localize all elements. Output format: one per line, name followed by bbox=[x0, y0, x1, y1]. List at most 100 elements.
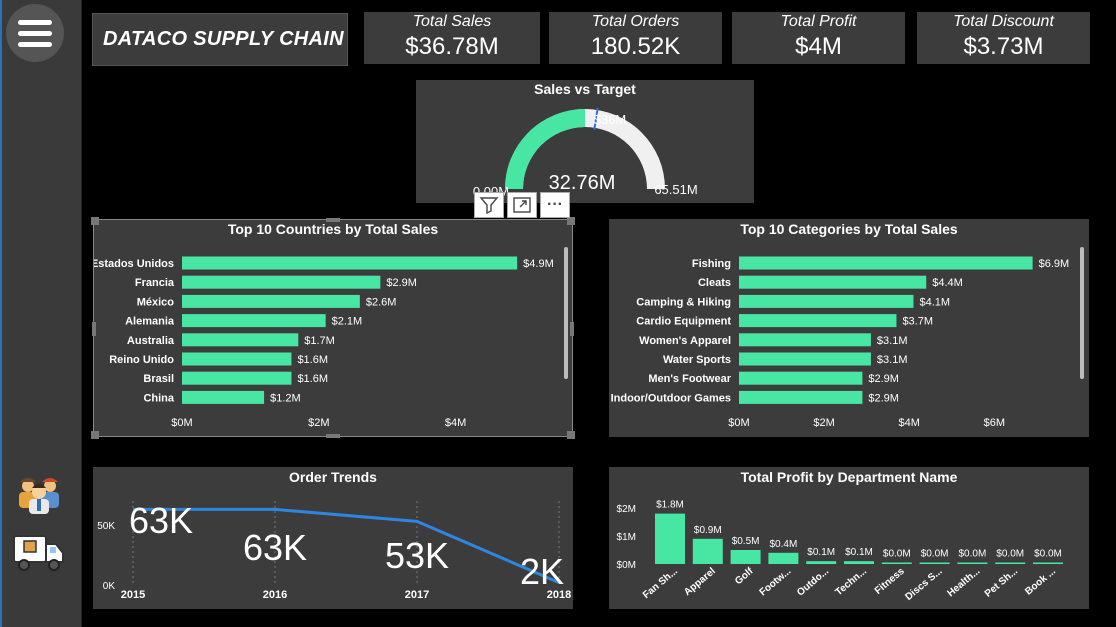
kpi-card-total-sales: Total Sales $36.78M bbox=[364, 12, 540, 64]
brand-title: DATACO SUPPLY CHAIN bbox=[103, 28, 344, 50]
data-label: $2.9M bbox=[386, 277, 417, 289]
data-label: $1.7M bbox=[304, 335, 335, 347]
category-label: Book ... bbox=[1023, 566, 1058, 598]
bar bbox=[182, 333, 299, 347]
bar bbox=[739, 390, 863, 404]
category-label: Cleats bbox=[698, 277, 731, 289]
kpi-value: $4M bbox=[795, 33, 842, 60]
data-label: $2.6M bbox=[366, 296, 397, 308]
data-label: 63K bbox=[243, 527, 307, 568]
category-label: Apparel bbox=[682, 566, 718, 599]
data-label: $1.6M bbox=[297, 373, 328, 385]
data-label: $6.9M bbox=[1039, 258, 1070, 270]
data-label: $3.1M bbox=[877, 335, 908, 347]
scrollbar-thumb bbox=[564, 247, 568, 379]
data-label: $0.0M bbox=[921, 549, 949, 560]
gauge-chart: Sales vs Target $36M 32.76M 0.00M 65.51M bbox=[473, 81, 698, 199]
bar bbox=[995, 562, 1026, 564]
bar bbox=[655, 513, 685, 564]
data-label: $2.1M bbox=[332, 316, 363, 328]
data-label: $1.2M bbox=[270, 392, 301, 404]
category-label: Fan Sh... bbox=[641, 566, 680, 601]
chart-title: Top 10 Countries by Total Sales bbox=[228, 221, 439, 237]
bar bbox=[739, 256, 1033, 270]
gauge-max-label: 65.51M bbox=[654, 182, 697, 197]
x-tick-label: $4M bbox=[899, 417, 920, 429]
category-label: Pet Sh... bbox=[983, 566, 1020, 600]
visual-header-toolbar: ··· bbox=[474, 192, 570, 218]
bar bbox=[182, 314, 326, 328]
category-label: Golf bbox=[733, 565, 756, 587]
data-label: $0.5M bbox=[732, 536, 760, 547]
data-label: $0.0M bbox=[1034, 549, 1062, 560]
y-tick-label: $2M bbox=[617, 504, 636, 515]
x-tick-label: $2M bbox=[308, 417, 329, 429]
bar bbox=[739, 333, 871, 347]
category-label: Brasil bbox=[143, 373, 174, 385]
category-label: Techn... bbox=[833, 566, 869, 598]
kpi-title: Total Discount bbox=[953, 13, 1054, 30]
kpi-card-total-discount: Total Discount $3.73M bbox=[917, 12, 1090, 64]
scrollbar-thumb bbox=[1080, 247, 1084, 379]
data-label: $0.0M bbox=[883, 549, 911, 560]
bar bbox=[739, 294, 914, 308]
data-label: $4.4M bbox=[932, 277, 963, 289]
category-label: Australia bbox=[127, 335, 175, 347]
data-label: $0.0M bbox=[959, 549, 987, 560]
data-label: $0.1M bbox=[845, 547, 873, 558]
bar bbox=[182, 294, 360, 308]
data-label: 53K bbox=[385, 535, 449, 576]
kpi-title: Total Sales bbox=[412, 13, 492, 30]
x-tick-label: 2015 bbox=[121, 589, 145, 601]
x-tick-label: $6M bbox=[984, 417, 1005, 429]
category-label: Water Sports bbox=[663, 354, 731, 366]
x-tick-label: 2016 bbox=[263, 589, 287, 601]
order-trends-chart-card[interactable]: Order Trends 0K 50K 2015 2016 2017 2018 63K 63K 5… bbox=[93, 467, 573, 609]
y-tick-label: $0M bbox=[617, 560, 636, 571]
chart-title: Order Trends bbox=[289, 469, 377, 485]
data-label: $3.1M bbox=[877, 354, 908, 366]
focus-mode-icon[interactable] bbox=[507, 192, 537, 218]
data-label: $3.7M bbox=[902, 316, 933, 328]
category-label: Health... bbox=[945, 566, 982, 600]
category-label: Fitness bbox=[873, 566, 907, 597]
category-label: Discs S... bbox=[903, 566, 944, 603]
kpi-card-total-orders: Total Orders 180.52K bbox=[549, 12, 722, 64]
category-label: Women's Apparel bbox=[639, 335, 731, 347]
data-label: $0.0M bbox=[996, 549, 1024, 560]
bar bbox=[919, 562, 950, 564]
y-tick-label: $1M bbox=[617, 532, 636, 543]
filter-icon[interactable] bbox=[474, 192, 504, 218]
gauge-value-label: 32.76M bbox=[549, 172, 616, 194]
data-label: 63K bbox=[129, 500, 193, 541]
brand-title-card: DATACO SUPPLY CHAIN bbox=[92, 13, 348, 66]
top-categories-chart-card[interactable]: Top 10 Categories by Total Sales Fishing $… bbox=[609, 219, 1089, 437]
data-label: $1.6M bbox=[297, 354, 328, 366]
bar bbox=[739, 352, 871, 366]
kpi-card-total-profit: Total Profit $4M bbox=[732, 12, 905, 64]
data-label: $4.1M bbox=[919, 296, 950, 308]
gauge-target-label: $36M bbox=[594, 112, 627, 127]
data-label: 2K bbox=[520, 551, 564, 592]
bar bbox=[1033, 562, 1063, 564]
bar bbox=[739, 371, 863, 385]
bar bbox=[730, 550, 761, 564]
category-label: Reino Unido bbox=[109, 354, 174, 366]
sales-vs-target-gauge-card[interactable]: Sales vs Target $36M 32.76M 0.00M 65.51M bbox=[416, 80, 754, 203]
hamburger-menu-icon[interactable] bbox=[6, 4, 64, 62]
data-label: $0.9M bbox=[694, 525, 722, 536]
trend-line bbox=[133, 507, 560, 584]
team-people-icon[interactable] bbox=[12, 472, 66, 516]
bar bbox=[182, 275, 381, 289]
more-options-icon[interactable]: ··· bbox=[540, 192, 570, 218]
categories-bar-chart: Top 10 Categories by Total Sales Fishing $… bbox=[611, 221, 1084, 429]
category-label: Outdo... bbox=[795, 566, 831, 599]
bar bbox=[957, 562, 988, 564]
category-label: Men's Footwear bbox=[648, 373, 731, 385]
profit-by-department-chart-card[interactable]: Total Profit by Department Name $0M $1M $2M… bbox=[609, 467, 1089, 609]
bar bbox=[768, 552, 799, 564]
delivery-truck-icon[interactable] bbox=[12, 530, 66, 574]
top-countries-chart-card[interactable]: Top 10 Countries by Total Sales Estados U… bbox=[91, 219, 573, 437]
kpi-title: Total Orders bbox=[591, 13, 680, 30]
kpi-value: $36.78M bbox=[405, 33, 499, 60]
